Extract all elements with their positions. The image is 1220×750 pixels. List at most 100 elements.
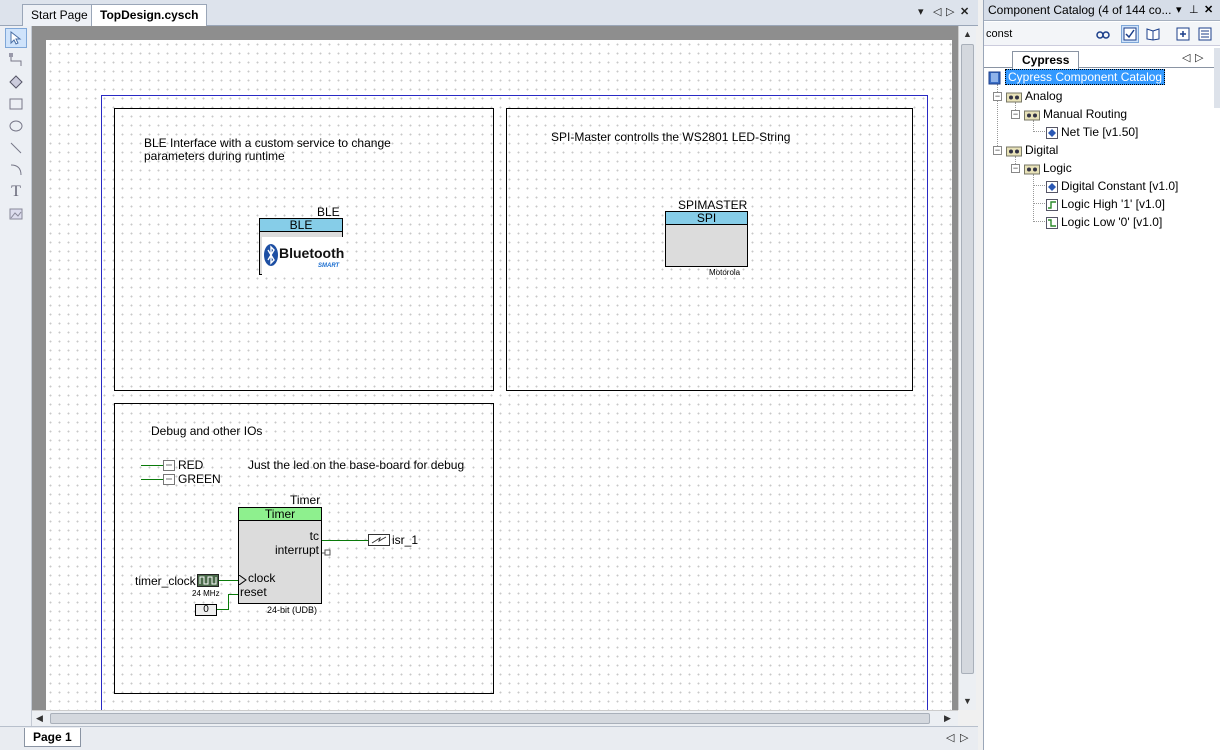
vertical-scroll-thumb[interactable] (961, 44, 974, 674)
tab-topdesign[interactable]: TopDesign.cysch (91, 4, 208, 27)
tree-node-manual-routing[interactable]: Manual Routing (1024, 105, 1127, 123)
bluetooth-logo-text: Bluetooth (279, 245, 345, 261)
close-document-icon[interactable]: ✕ (960, 5, 969, 18)
interrupt-symbol-icon[interactable] (368, 534, 390, 546)
isr-label: isr_1 (392, 533, 419, 547)
spi-mode-label: Motorola (709, 268, 741, 277)
catalog-scrollbar[interactable] (1214, 48, 1220, 108)
ble-panel: BLE Interface with a custom service to c… (114, 108, 494, 391)
logic-zero-component[interactable]: 0 (195, 604, 217, 616)
vertical-scrollbar[interactable]: ▲ ▼ (958, 26, 976, 710)
schematic-canvas[interactable]: BLE Interface with a custom service to c… (32, 26, 958, 714)
tree-manual-routing-label: Manual Routing (1043, 107, 1128, 121)
ble-header: BLE (260, 219, 342, 232)
tree-node-logic[interactable]: Logic (1024, 159, 1072, 177)
horizontal-scrollbar[interactable]: ◀ ▶ (32, 710, 958, 726)
tree-logic-low-label: Logic Low '0' [v1.0] (1061, 215, 1163, 229)
led-note: Just the led on the base-board for debug (248, 458, 465, 472)
tree-line (1033, 221, 1045, 222)
timer-tc-pin: tc (309, 529, 319, 543)
page-tab-label: Page 1 (33, 730, 72, 744)
catalog-book-icon (988, 71, 1001, 85)
scroll-up-icon[interactable]: ▲ (963, 29, 972, 39)
image-tool-icon[interactable] (5, 204, 27, 224)
scroll-right-icon[interactable]: ▶ (944, 713, 951, 724)
component-catalog-panel: Component Catalog (4 of 144 co... ▾ ⊥ ✕ … (983, 0, 1220, 750)
catalog-tab-prev-icon[interactable]: ◁ (1182, 51, 1190, 64)
tree-node-digital[interactable]: Digital (1006, 141, 1058, 159)
datasheet-icon[interactable] (1144, 25, 1162, 43)
catalog-title-bar: Component Catalog (4 of 144 co... (984, 0, 1220, 21)
tree-node-digital-constant[interactable]: Digital Constant [v1.0] (1046, 177, 1178, 195)
tool-palette: T (0, 26, 32, 726)
tree-node-root[interactable]: Cypress Component Catalog (988, 68, 1166, 86)
tree-logic-high-label: Logic High '1' [v1.0] (1061, 197, 1165, 211)
component-tool-icon[interactable] (5, 72, 27, 92)
tree-node-logic-high[interactable]: Logic High '1' [v1.0] (1046, 195, 1165, 213)
folder-component-icon (1024, 164, 1040, 175)
find-icon[interactable] (1094, 25, 1112, 43)
text-tool-icon[interactable]: T (5, 182, 27, 202)
tree-node-net-tie[interactable]: Net Tie [v1.50] (1046, 123, 1138, 141)
catalog-tab-next-icon[interactable]: ▷ (1195, 51, 1203, 64)
page-prev-icon[interactable]: ◁ (946, 731, 954, 744)
tab-label: TopDesign.cysch (100, 8, 199, 22)
rectangle-tool-icon[interactable] (5, 94, 27, 114)
catalog-search-input[interactable] (986, 25, 1086, 43)
debug-panel: Debug and other IOs Just the led on the … (114, 403, 494, 694)
line-tool-icon[interactable] (5, 138, 27, 158)
tab-page-1[interactable]: Page 1 (24, 728, 81, 747)
timer-clock-label: timer_clock (135, 574, 196, 588)
tab-next-icon[interactable]: ▷ (946, 5, 954, 18)
arc-tool-icon[interactable] (5, 160, 27, 180)
expander-analog[interactable]: − (993, 92, 1002, 101)
close-panel-icon[interactable]: ✕ (1204, 3, 1213, 16)
green-pin-wire (141, 479, 163, 480)
filter-catalog-icon[interactable] (1121, 25, 1139, 43)
pointer-tool-icon[interactable] (5, 28, 27, 48)
folder-component-icon (1006, 146, 1022, 157)
reset-wire-h2 (228, 594, 238, 595)
ellipse-tool-icon[interactable] (5, 116, 27, 136)
timer-component[interactable]: Timer tc interrupt clock reset (238, 507, 322, 604)
expander-manual-routing[interactable]: − (1011, 110, 1020, 119)
ble-component[interactable]: BLE Bluetooth SMART (259, 218, 345, 275)
interrupt-stub-icon (322, 549, 331, 556)
timer-reset-pin: reset (240, 585, 267, 599)
spi-master-component[interactable]: SPI (665, 211, 748, 267)
timer-header: Timer (239, 508, 321, 521)
tab-cypress[interactable]: Cypress (1012, 51, 1080, 69)
tab-start-page[interactable]: Start Page (22, 4, 97, 26)
expander-digital[interactable]: − (993, 146, 1002, 155)
pin-panel-icon[interactable]: ⊥ (1189, 3, 1199, 16)
tree-node-analog[interactable]: Analog (1006, 87, 1062, 105)
spi-panel: SPI-Master controlls the WS2801 LED-Stri… (506, 108, 913, 391)
horizontal-scroll-thumb[interactable] (50, 713, 930, 724)
red-pin-label[interactable]: RED (178, 459, 203, 472)
clock-input-triangle-icon (239, 575, 247, 585)
add-to-design-icon[interactable] (1174, 25, 1192, 43)
spi-instance-name: SPIMASTER (678, 198, 748, 212)
tree-line (1033, 203, 1045, 204)
catalog-tabs: Cypress ◁ ▷ (984, 48, 1220, 69)
green-pin-label[interactable]: GREEN (178, 473, 221, 486)
tab-list-dropdown-icon[interactable]: ▾ (918, 5, 924, 18)
debug-note: Debug and other IOs (151, 424, 263, 438)
tree-node-logic-low[interactable]: Logic Low '0' [v1.0] (1046, 213, 1162, 231)
tree-line (1033, 185, 1045, 186)
scroll-left-icon[interactable]: ◀ (36, 713, 43, 724)
catalog-search-row (984, 22, 1220, 46)
catalog-options-icon[interactable] (1196, 25, 1214, 43)
bluetooth-smart-text: SMART (318, 263, 340, 269)
scroll-down-icon[interactable]: ▼ (963, 696, 972, 706)
timer-clock-pin: clock (248, 571, 276, 585)
tab-prev-icon[interactable]: ◁ (933, 5, 941, 18)
expander-logic[interactable]: − (1011, 164, 1020, 173)
catalog-title: Component Catalog (4 of 144 co... (988, 3, 1172, 17)
tree-net-tie-label: Net Tie [v1.50] (1061, 125, 1139, 139)
timer-interrupt-pin: interrupt (274, 543, 319, 557)
clock-component-icon[interactable] (197, 574, 219, 587)
wire-tool-icon[interactable] (5, 50, 27, 70)
page-next-icon[interactable]: ▷ (960, 731, 968, 744)
panel-menu-icon[interactable]: ▾ (1176, 3, 1182, 16)
